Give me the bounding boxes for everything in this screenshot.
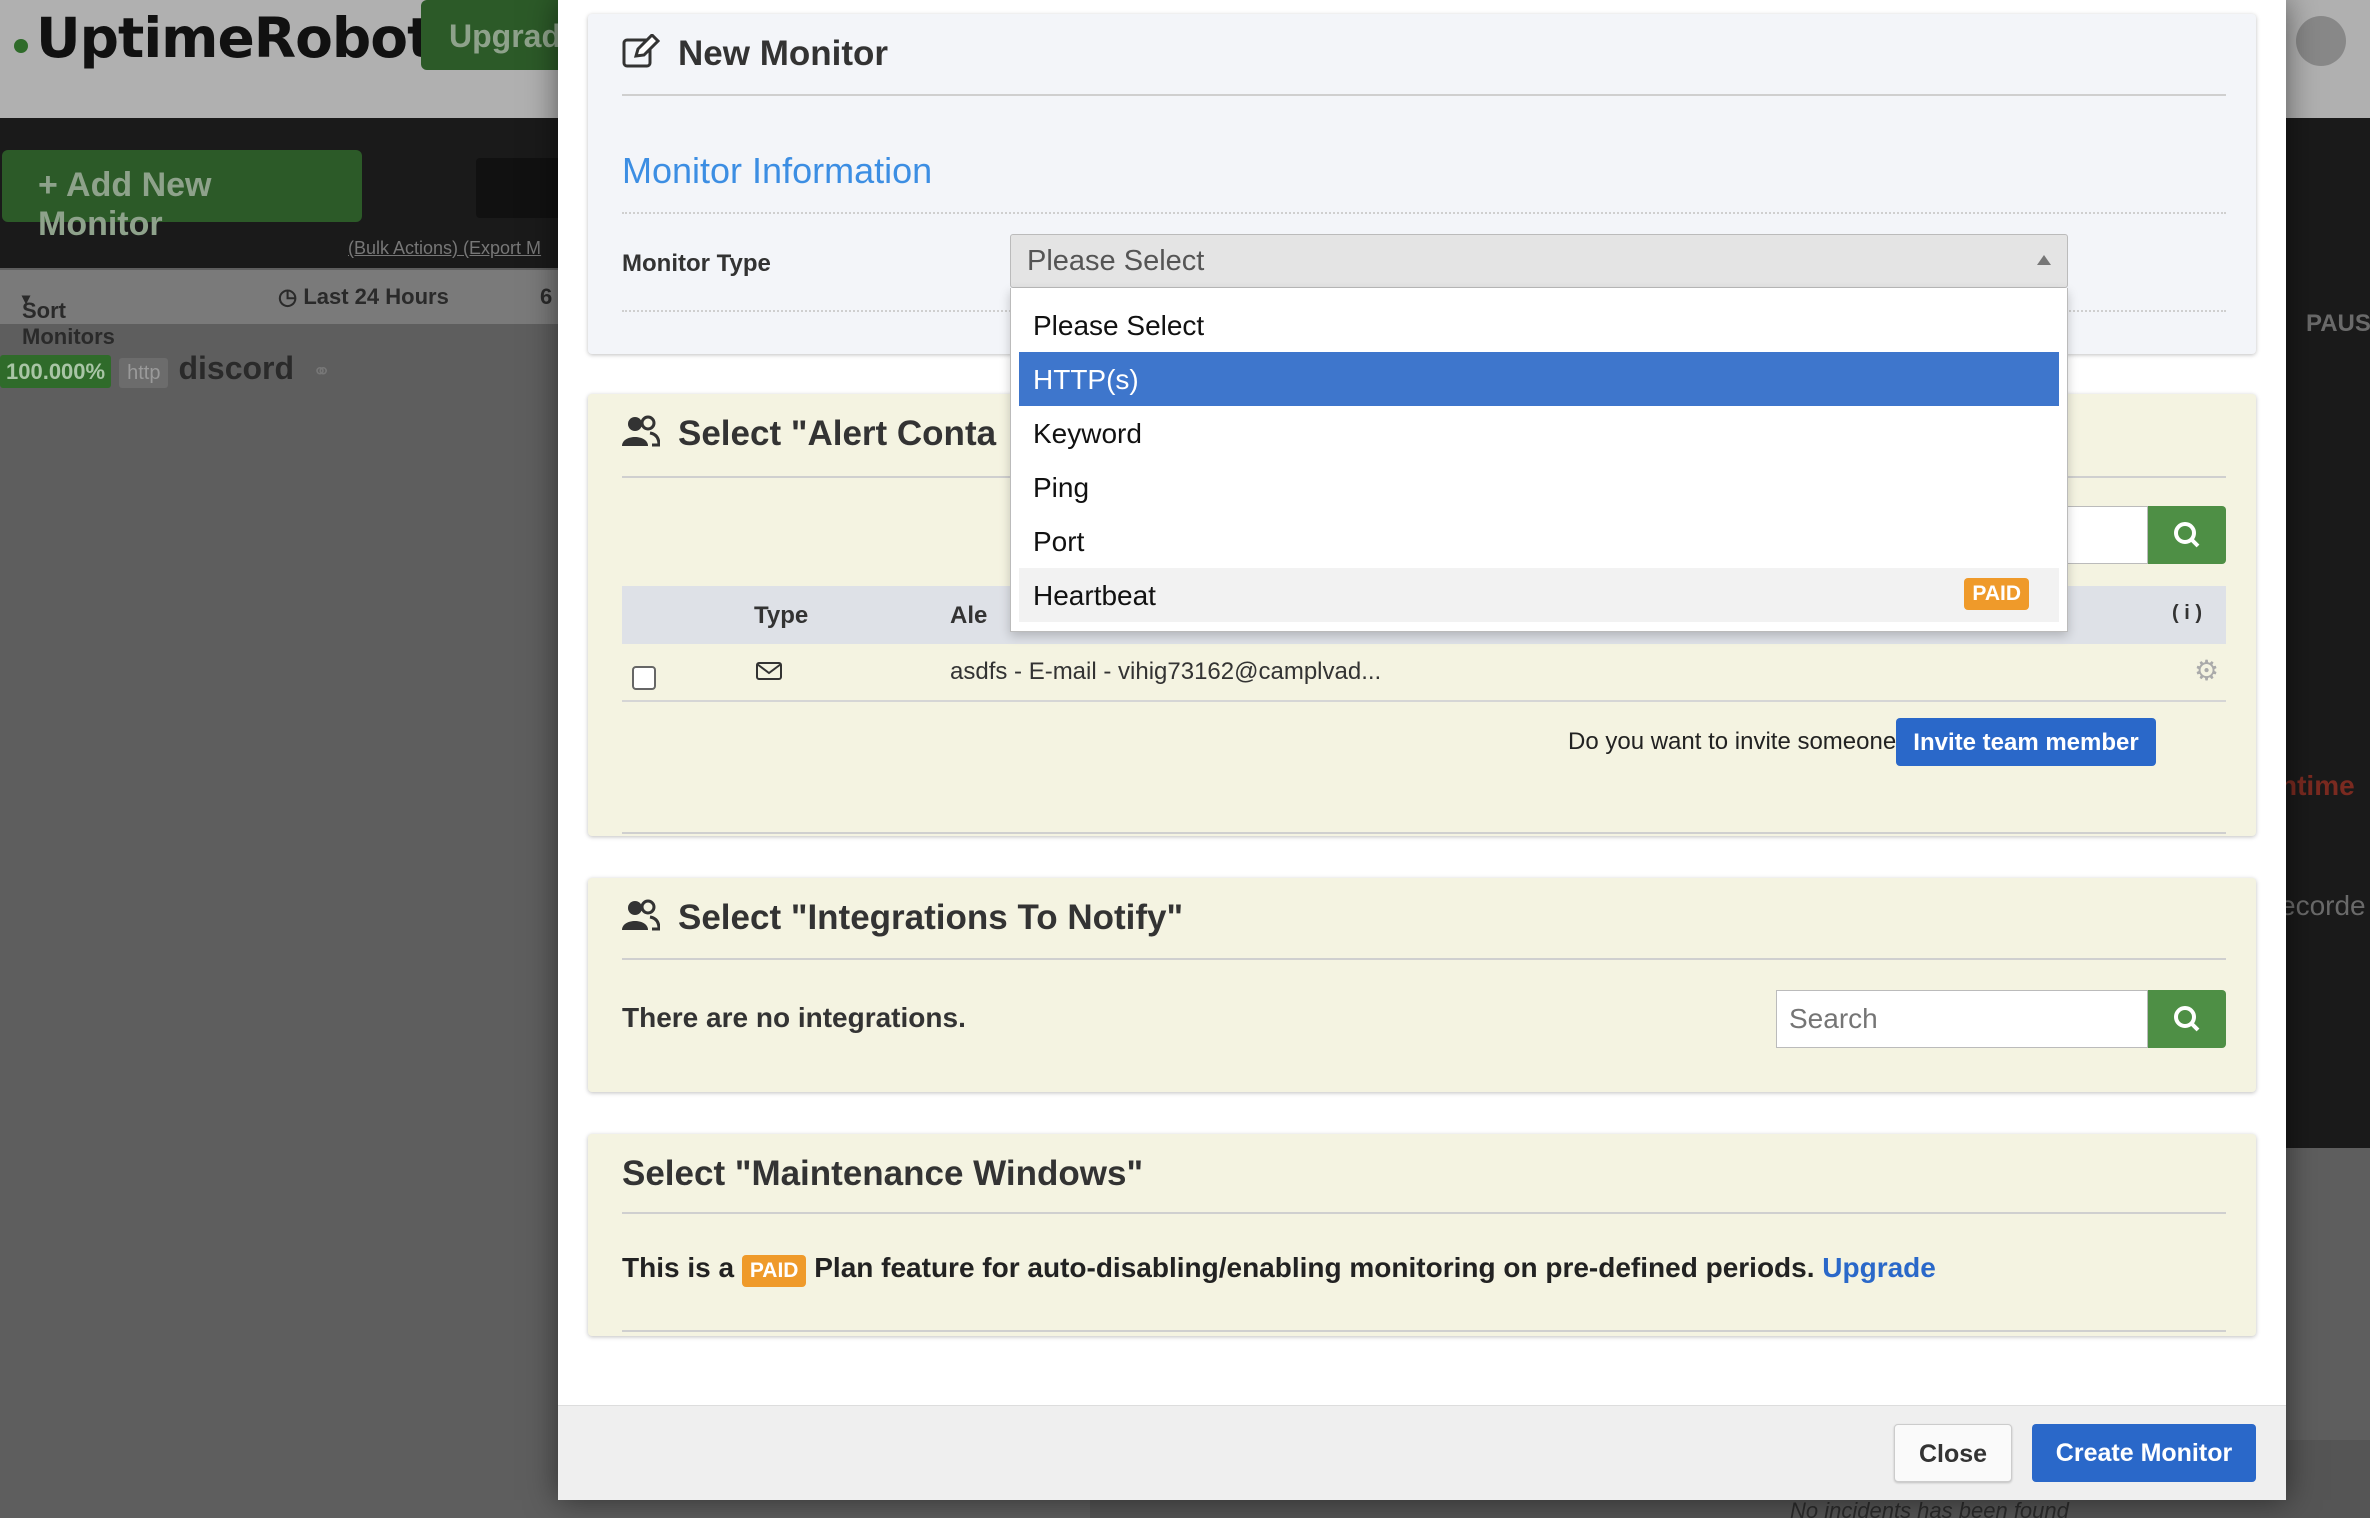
- option-please-select[interactable]: Please Select: [1019, 298, 2059, 352]
- maintenance-text: This is a PAID Plan feature for auto-dis…: [622, 1252, 1936, 1287]
- maintenance-title: Select "Maintenance Windows": [622, 1154, 1144, 1193]
- option-ping[interactable]: Ping: [1019, 460, 2059, 514]
- monitor-type-badge: http: [119, 358, 169, 388]
- bulk-actions-link[interactable]: (Bulk Actions) (Export M: [348, 238, 541, 259]
- integrations-search-button[interactable]: [2148, 990, 2226, 1048]
- add-new-monitor-button[interactable]: + Add New Monitor: [2, 150, 362, 243]
- info-icon[interactable]: ( i ): [2172, 602, 2202, 625]
- alert-bottom-rule: [622, 832, 2226, 834]
- table-row[interactable]: asdfs - E-mail - vihig73162@camplvad... …: [622, 644, 2226, 702]
- gear-icon[interactable]: ⚙: [2194, 654, 2219, 687]
- contact-checkbox[interactable]: [632, 666, 656, 690]
- edit-icon: [622, 33, 661, 77]
- right-panel: [2280, 118, 2370, 1148]
- caret-up-icon: [2037, 255, 2051, 265]
- app-logo[interactable]: UptimeRobot: [14, 6, 433, 70]
- no-incidents-text: No incidents has been found: [1790, 1498, 2069, 1518]
- integrations-search-input[interactable]: [1776, 990, 2148, 1048]
- sort-monitors-dropdown[interactable]: Sort Monitors ▾: [22, 284, 115, 349]
- col-type: Type: [754, 602, 809, 629]
- maintenance-panel: Select "Maintenance Windows" This is a P…: [588, 1134, 2256, 1336]
- avatar[interactable]: [2296, 16, 2346, 66]
- maintenance-bottom-rule: [622, 1330, 2226, 1332]
- col-alert-contact: Ale: [950, 602, 988, 629]
- paid-badge: PAID: [1964, 578, 2029, 610]
- modal-body: New Monitor Monitor Information Monitor …: [558, 0, 2286, 1405]
- search-icon: [2174, 522, 2200, 548]
- column-count: 6: [540, 284, 553, 309]
- recorded-label: ecorde: [2280, 890, 2366, 921]
- integrations-panel: Select "Integrations To Notify" There ar…: [588, 878, 2256, 1092]
- maintenance-divider: [622, 1212, 2226, 1214]
- downtime-label: ntime: [2280, 770, 2355, 801]
- title-divider: [622, 94, 2226, 96]
- new-monitor-modal: New Monitor Monitor Information Monitor …: [558, 0, 2286, 1500]
- alert-search-button[interactable]: [2148, 506, 2226, 564]
- monitor-type-label: Monitor Type: [622, 250, 771, 277]
- integrations-title: Select "Integrations To Notify": [622, 898, 1183, 940]
- create-monitor-button[interactable]: Create Monitor: [2032, 1424, 2256, 1482]
- uptime-badge: 100.000%: [0, 355, 112, 388]
- status-dot-icon: [14, 39, 28, 53]
- contact-name: asdfs - E-mail - vihig73162@camplvad...: [950, 658, 1382, 685]
- close-button[interactable]: Close: [1894, 1424, 2012, 1482]
- users-icon: [622, 899, 661, 940]
- upgrade-link[interactable]: Upgrade: [1822, 1252, 1936, 1283]
- monitor-type-select[interactable]: Please Select: [1010, 234, 2068, 288]
- option-heartbeat[interactable]: Heartbeat PAID: [1019, 568, 2059, 622]
- monitor-row[interactable]: 100.000% http discord ⚭: [0, 350, 331, 388]
- clock-icon: ◷: [278, 284, 298, 309]
- search-monitors-box[interactable]: [476, 158, 566, 218]
- no-integrations-text: There are no integrations.: [622, 1002, 966, 1033]
- modal-footer: Close Create Monitor: [558, 1405, 2286, 1500]
- monitor-type-dropdown: Please Select HTTP(s) Keyword Ping Port …: [1010, 288, 2068, 632]
- integrations-divider: [622, 958, 2226, 960]
- integrations-search: [1776, 990, 2226, 1048]
- search-icon: [2174, 1006, 2200, 1032]
- paid-badge: PAID: [741, 1255, 807, 1287]
- paused-label: PAUS: [2306, 310, 2370, 337]
- option-port[interactable]: Port: [1019, 514, 2059, 568]
- modal-title: New Monitor: [622, 33, 888, 77]
- option-https[interactable]: HTTP(s): [1019, 352, 2059, 406]
- envelope-icon: [756, 660, 782, 688]
- monitor-name: discord: [178, 350, 295, 386]
- sort-bar: Sort Monitors ▾ ◷ Last 24 Hours 6: [0, 270, 560, 349]
- section-title: Monitor Information: [622, 150, 933, 191]
- last-24-hours-filter[interactable]: ◷ Last 24 Hours: [278, 284, 449, 310]
- invite-team-member-button[interactable]: Invite team member: [1896, 718, 2156, 766]
- upgrade-button[interactable]: Upgrad: [421, 0, 581, 70]
- users-icon: [622, 415, 661, 456]
- alert-contacts-title: Select "Alert Conta: [622, 414, 996, 456]
- section-divider: [622, 212, 2226, 214]
- link-icon: ⚭: [312, 359, 331, 384]
- option-keyword[interactable]: Keyword: [1019, 406, 2059, 460]
